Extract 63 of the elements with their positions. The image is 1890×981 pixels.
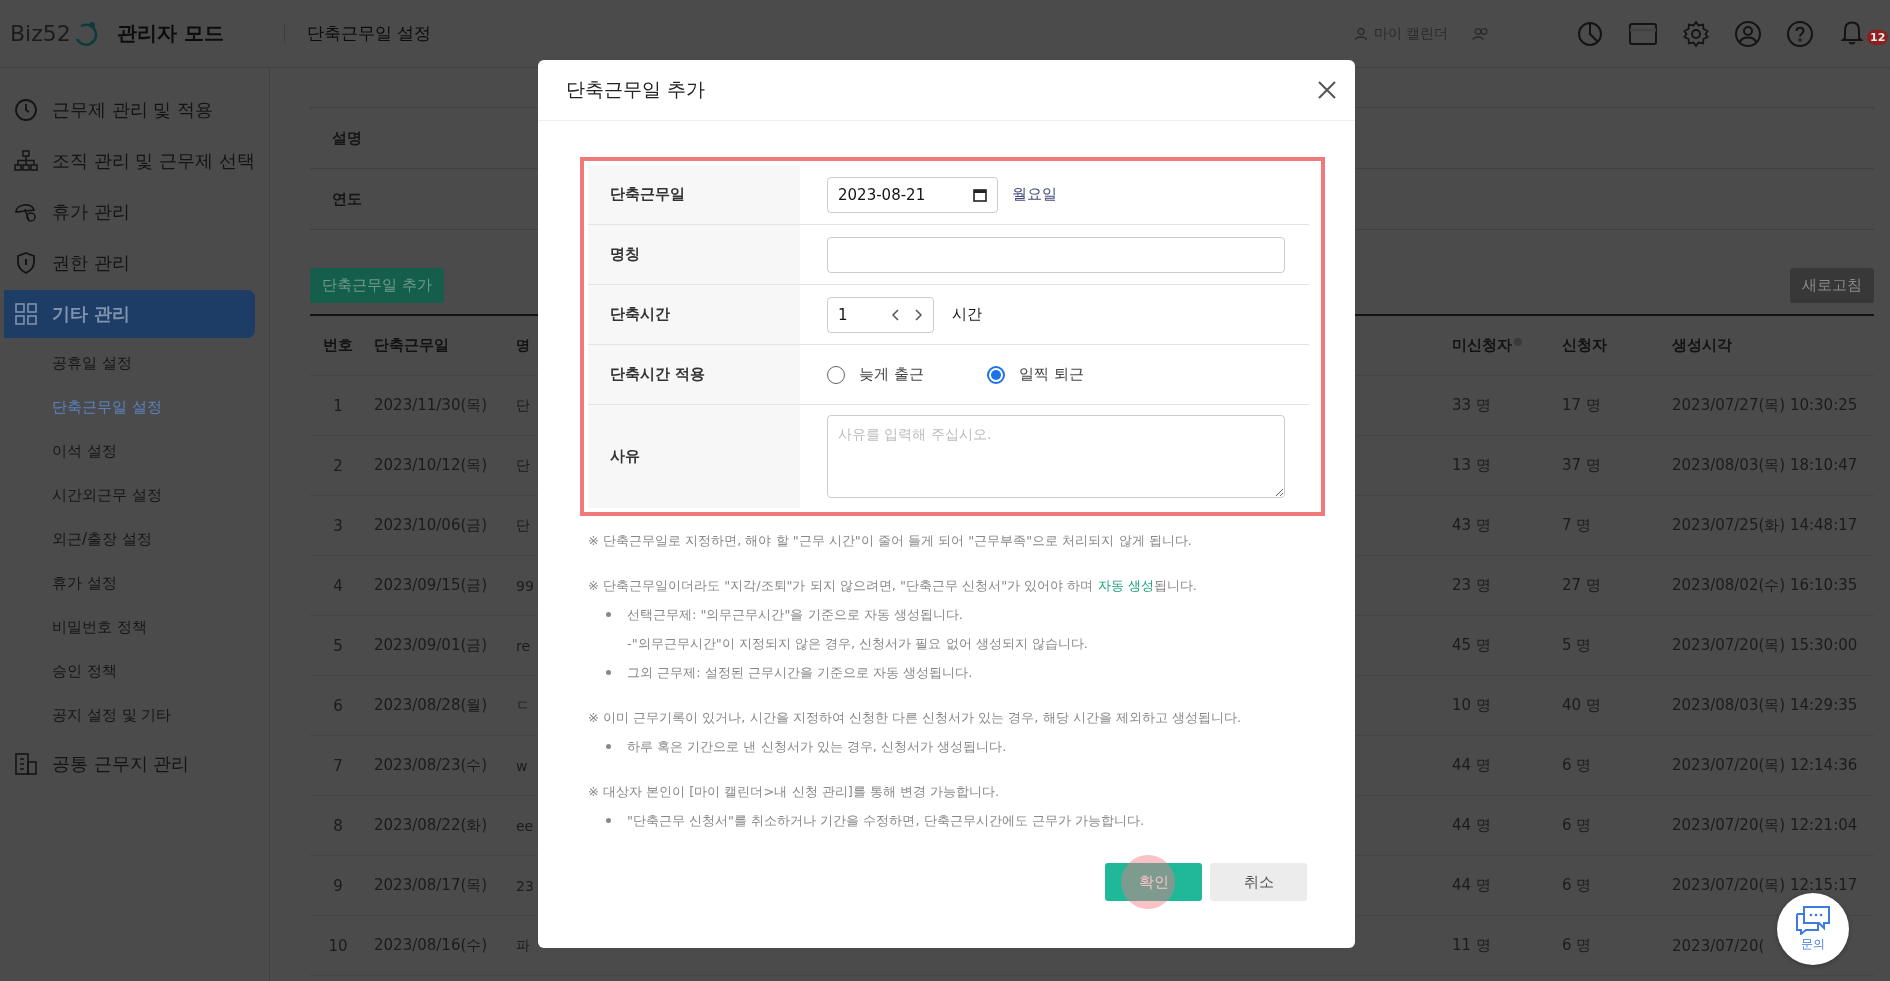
radio-button[interactable] — [986, 365, 1005, 384]
note-text: ※ 대상자 본인이 [마이 캘린더>내 신청 관리]를 통해 변경 가능합니다. — [588, 783, 1001, 801]
calendar-icon[interactable] — [973, 187, 987, 202]
hours-stepper[interactable]: 1 — [827, 296, 934, 333]
note-text: 그외 근무제: 설정된 근무시간을 기준으로 자동 생성됩니다. — [627, 664, 973, 682]
note-text: ※ 단축근무일이더라도 "지각/조퇴"가 되지 않으려면, "단축근무 신청서"가 있어야 하며 자동 생성 됩니다. — [588, 577, 1198, 595]
settings-icon[interactable] — [1682, 19, 1710, 48]
person-icon — [1353, 26, 1368, 41]
increase-icon[interactable] — [913, 307, 923, 322]
user-circle-icon[interactable] — [1734, 19, 1762, 48]
cancel-button[interactable]: 취소 — [1210, 863, 1307, 901]
sidebar-subitem[interactable]: 단축근무일 설정 — [0, 385, 269, 429]
chat-icon — [1794, 905, 1832, 935]
refresh-button[interactable]: 새로고침 — [1790, 268, 1874, 303]
field-label: 단축근무일 — [610, 185, 685, 204]
page-title: 단축근무일 설정 — [306, 22, 432, 45]
decrease-icon[interactable] — [891, 307, 901, 322]
bullet-icon — [606, 818, 611, 823]
notification-badge: 12 — [1867, 29, 1889, 45]
auto-create-link[interactable]: 자동 생성 — [1097, 578, 1154, 593]
column-header: 번호 — [323, 336, 353, 355]
note-text: ※ 단축근무일로 지정하면, 해야 할 "근무 시간"이 줄어 들게 되어 "근무부족"으로 처리되지 않게 됩니다. — [588, 532, 1193, 550]
org-chart-icon — [14, 149, 38, 173]
sidebar-item[interactable]: 기타 관리 — [4, 290, 255, 338]
column-header: 신청자 — [1562, 336, 1607, 355]
card-icon[interactable] — [1628, 20, 1658, 47]
column-header: 명 — [516, 336, 530, 355]
field-label: 사유 — [610, 447, 640, 466]
note-text: "단축근무 신청서"를 취소하거나 기간을 수정하면, 단축근무시간에도 근무가 가능합니다. — [627, 812, 1145, 830]
column-header: 생성시각 — [1672, 336, 1732, 355]
note-text: ※ 이미 근무기록이 있거나, 시간을 지정하여 신청한 다른 신청서가 있는 경우, 해당 시간을 제외하고 생성됩니다. — [588, 709, 1243, 727]
field-label: 단축시간 — [610, 305, 670, 324]
reason-field[interactable]: 사유를 입력해 주십시오. — [827, 415, 1285, 498]
close-icon[interactable] — [1317, 80, 1337, 100]
bullet-icon — [606, 744, 611, 749]
clock-icon — [14, 98, 38, 122]
confirm-button[interactable]: 확인 — [1105, 863, 1202, 901]
pie-chart-icon[interactable] — [1576, 19, 1604, 48]
date-field[interactable]: 2023-08-21 — [827, 176, 998, 213]
bullet-icon — [606, 670, 611, 675]
building-icon — [14, 752, 38, 776]
chat-button[interactable]: 문의 — [1777, 893, 1849, 965]
help-icon[interactable] — [1786, 19, 1814, 48]
note-text: 선택근무제: "의무근무시간"을 기준으로 자동 생성됩니다. — [627, 606, 963, 624]
grid-icon — [14, 302, 38, 326]
column-header: 단축근무일 — [374, 336, 449, 355]
bullet-icon — [606, 612, 611, 617]
note-text: 하루 혹은 기간으로 낸 신청서가 있는 경우, 신청서가 생성됩니다. — [627, 738, 1007, 756]
add-button[interactable]: 단축근무일 추가 — [310, 268, 444, 303]
note-text: -"의무근무시간"이 지정되지 않은 경우, 신청서가 필요 없어 생성되지 않습니다. — [627, 635, 1088, 653]
name-field[interactable] — [827, 236, 1285, 273]
mode-title: 관리자 모드 — [116, 20, 224, 47]
shield-icon — [14, 251, 38, 275]
click-indicator — [1121, 855, 1175, 909]
unit-text: 시간 — [952, 305, 982, 324]
weekday-text: 월요일 — [1012, 185, 1057, 204]
dialog-title: 단축근무일 추가 — [566, 77, 706, 102]
people-icon[interactable] — [1472, 26, 1490, 41]
radio-label[interactable]: 늦게 출근 — [859, 365, 924, 384]
radio-label[interactable]: 일찍 퇴근 — [1018, 365, 1084, 384]
field-label: 명칭 — [610, 245, 640, 264]
field-label: 단축시간 적용 — [610, 365, 706, 384]
column-header: 미신청자 — [1452, 336, 1512, 355]
